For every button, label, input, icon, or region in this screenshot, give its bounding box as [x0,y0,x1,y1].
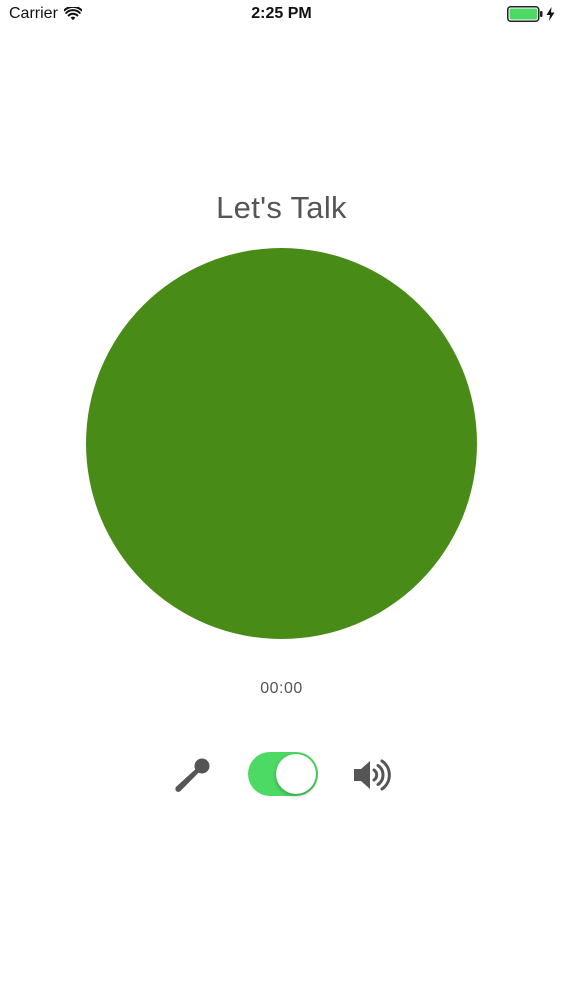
status-bar: Carrier 2:25 PM [0,0,563,30]
call-timer: 00:00 [260,680,303,697]
microphone-icon[interactable] [172,756,212,796]
toggle-knob [276,754,316,794]
audio-output-toggle[interactable] [248,752,318,796]
talk-button[interactable] [86,248,477,639]
page-title: Let's Talk [216,190,347,225]
bolt-icon [546,7,555,21]
status-time: 2:25 PM [251,5,312,22]
battery-icon [507,6,543,22]
speaker-icon[interactable] [352,756,392,794]
battery-group [507,6,555,22]
